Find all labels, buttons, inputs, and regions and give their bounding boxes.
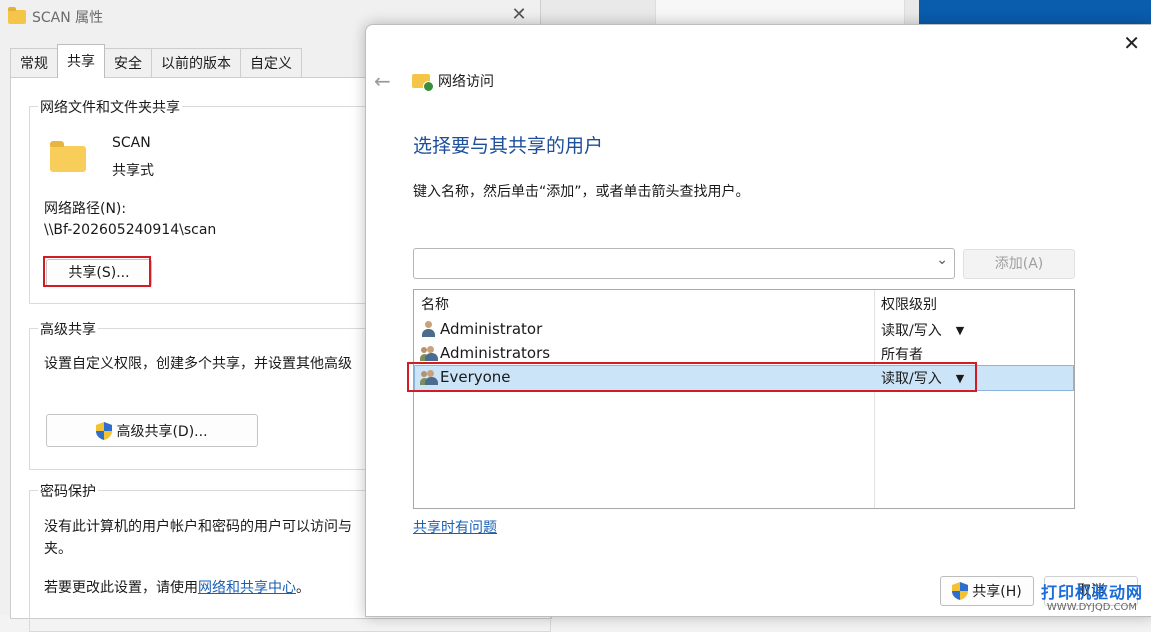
change-setting-prefix: 若要更改此设置，请使用: [44, 580, 198, 596]
change-setting-suffix: 。: [296, 580, 310, 596]
column-header-permission[interactable]: 权限级别: [881, 294, 937, 314]
permission-cell[interactable]: 读取/写入 ▼: [881, 320, 964, 340]
network-sharing-title: 网络文件和文件夹共享: [38, 97, 182, 117]
list-item[interactable]: Administrator 读取/写入 ▼: [414, 317, 1074, 341]
user-name-combobox[interactable]: ⌄: [413, 248, 955, 279]
network-sharing-center-link[interactable]: 网络和共享中心: [198, 580, 296, 596]
watermark-title: 打印机驱动网: [1040, 583, 1143, 603]
advanced-sharing-description: 设置自定义权限，创建多个共享，并设置其他高级: [44, 356, 352, 372]
dialog-heading: 选择要与其共享的用户: [413, 135, 604, 157]
tab-previous-versions[interactable]: 以前的版本: [151, 48, 241, 77]
share-confirm-button[interactable]: 共享(H): [940, 576, 1034, 606]
column-header-name[interactable]: 名称: [421, 294, 449, 314]
folder-icon: [8, 7, 26, 24]
tab-customize[interactable]: 自定义: [240, 48, 302, 77]
network-folder-icon: [412, 74, 434, 92]
user-cell: Administrator: [420, 320, 542, 338]
password-protection-text-3: 若要更改此设置，请使用网络和共享中心。: [44, 577, 310, 597]
add-button[interactable]: 添加(A): [963, 249, 1075, 279]
back-arrow-icon[interactable]: ←: [374, 69, 391, 93]
group-icon: [420, 345, 438, 361]
advanced-sharing-button-label: 高级共享(D)...: [116, 423, 208, 440]
highlight-box: [43, 256, 151, 287]
properties-title: SCAN 属性: [32, 10, 104, 26]
advanced-sharing-button[interactable]: 高级共享(D)...: [46, 414, 258, 447]
properties-title-bar: SCAN 属性: [8, 6, 103, 28]
advanced-sharing-title: 高级共享: [38, 319, 98, 339]
tab-general[interactable]: 常规: [10, 48, 58, 77]
folder-share-status: 共享式: [112, 163, 154, 179]
user-permission-list: 名称 权限级别 Administrator 读取/写入 ▼ Administra…: [413, 289, 1075, 509]
dropdown-arrow-icon[interactable]: ▼: [956, 324, 964, 337]
properties-tabs: 常规 共享 安全 以前的版本 自定义: [10, 44, 302, 78]
watermark-url: WWW.DYJQD.COM: [1046, 602, 1138, 613]
user-cell: Administrators: [420, 344, 550, 362]
permission-cell: 所有者: [881, 344, 923, 364]
user-icon: [420, 321, 436, 337]
folder-name: SCAN: [112, 135, 151, 151]
properties-close-button[interactable]: ✕: [508, 4, 530, 26]
network-path-value: \\Bf-202605240914\scan: [44, 222, 217, 238]
tab-sharing[interactable]: 共享: [57, 44, 105, 78]
password-protection-title: 密码保护: [38, 481, 98, 501]
permission-level: 所有者: [881, 347, 923, 363]
sharing-help-link[interactable]: 共享时有问题: [413, 517, 497, 537]
network-access-dialog: ✕ ← 网络访问 选择要与其共享的用户 键入名称，然后单击“添加”，或者单击箭头…: [365, 24, 1151, 617]
password-protection-text-1: 没有此计算机的用户帐户和密码的用户可以访问与: [44, 519, 352, 535]
dialog-title-text: 网络访问: [438, 74, 494, 90]
dialog-instruction: 键入名称，然后单击“添加”，或者单击箭头查找用户。: [413, 184, 750, 200]
dialog-close-button[interactable]: ✕: [1123, 31, 1140, 55]
user-name: Administrator: [440, 320, 543, 338]
user-name: Administrators: [440, 344, 551, 362]
list-header: 名称 权限级别: [414, 290, 1074, 314]
permission-level: 读取/写入: [881, 323, 942, 339]
network-path-label: 网络路径(N):: [44, 201, 127, 217]
highlight-box: [407, 362, 977, 392]
uac-shield-icon: [952, 582, 969, 600]
site-watermark: 打印机驱动网 WWW.DYJQD.COM: [1041, 584, 1143, 613]
dialog-title: 网络访问: [412, 71, 494, 92]
password-protection-text-2: 夹。: [44, 541, 72, 557]
tab-security[interactable]: 安全: [104, 48, 152, 77]
share-confirm-label: 共享(H): [972, 584, 1022, 600]
shared-folder-icon: [50, 141, 86, 172]
uac-shield-icon: [96, 421, 113, 440]
chevron-down-icon[interactable]: ⌄: [936, 252, 948, 268]
